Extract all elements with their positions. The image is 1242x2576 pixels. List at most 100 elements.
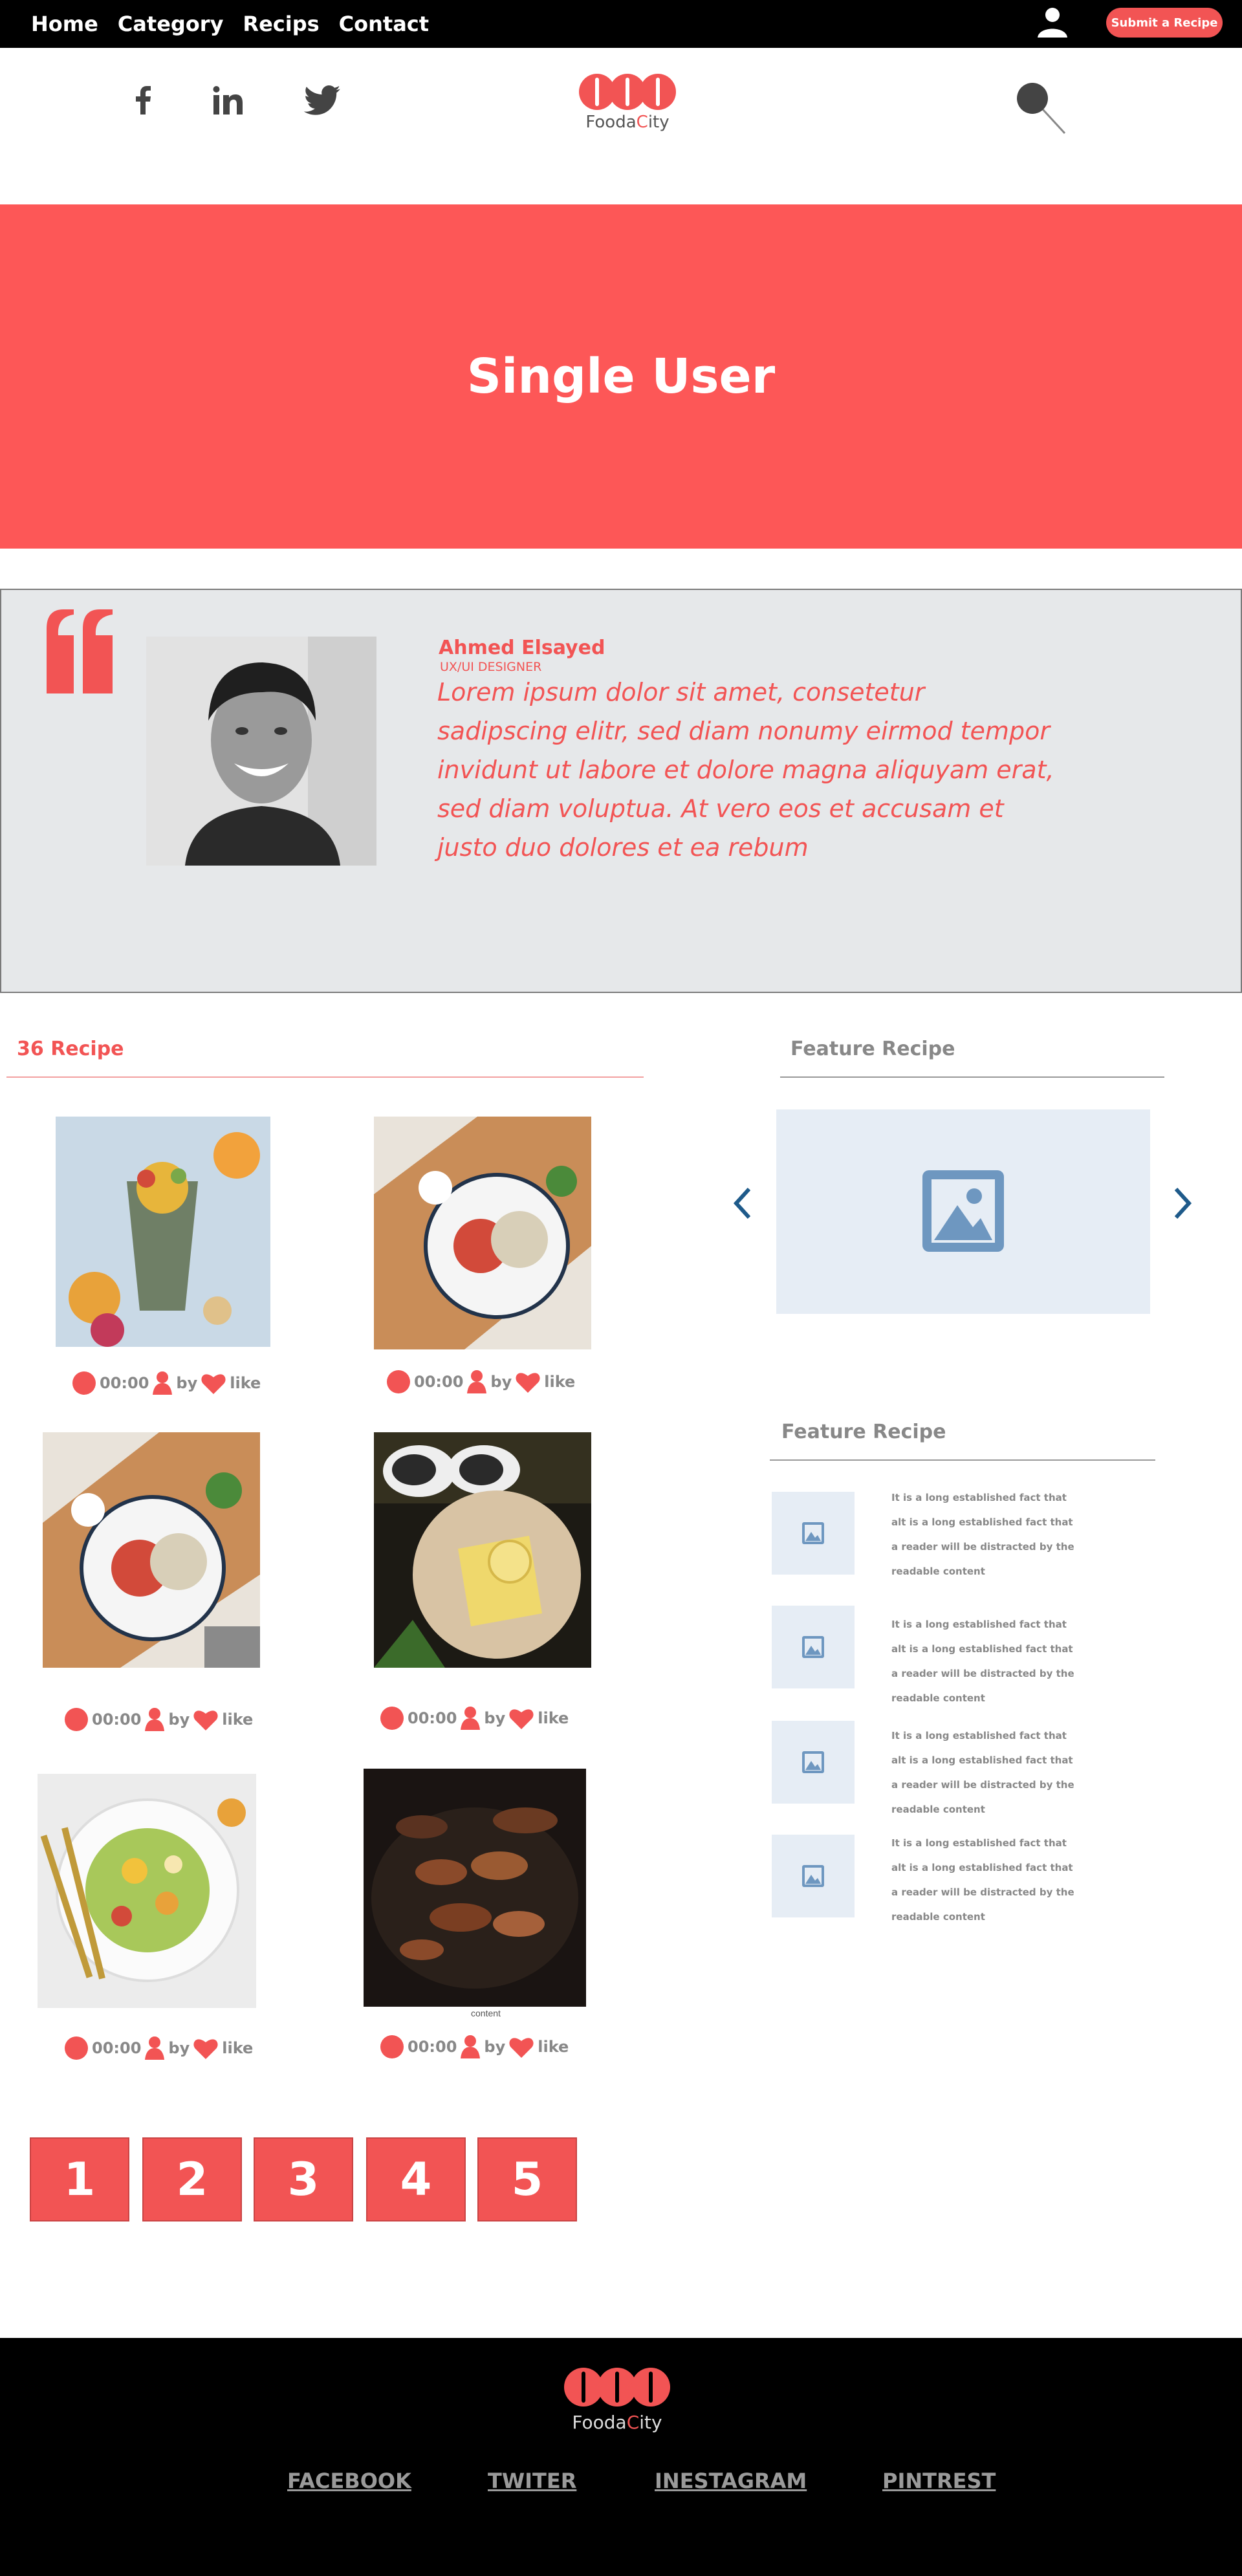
feature-item-text[interactable]: It is a long established fact that alt i… <box>891 1723 1079 1822</box>
time-icon <box>380 1707 404 1730</box>
recipe-image-salad-board[interactable] <box>374 1117 591 1349</box>
author-icon[interactable] <box>153 1371 173 1395</box>
footer-facebook-link[interactable]: FACEBOOK <box>287 2469 411 2493</box>
pagination-page-3[interactable]: 3 <box>254 2137 353 2221</box>
nav-recips-link[interactable]: Recips <box>243 12 319 36</box>
nav-home-link[interactable]: Home <box>31 12 98 36</box>
like-heart-icon[interactable] <box>509 2036 534 2058</box>
slider-prev-arrow-icon[interactable] <box>730 1184 756 1223</box>
nav-contact-link[interactable]: Contact <box>339 12 429 36</box>
recipe-time: 00:00 <box>92 2039 142 2057</box>
linkedin-icon[interactable] <box>211 78 245 123</box>
recipe-author: by <box>168 1710 190 1729</box>
image-caption: content <box>471 2008 501 2018</box>
feature-thumb[interactable] <box>772 1606 855 1688</box>
author-icon[interactable] <box>467 1370 487 1393</box>
time-icon <box>387 1370 410 1393</box>
recipe-time: 00:00 <box>408 1709 457 1727</box>
recipe-author: by <box>176 1374 198 1392</box>
user-role: UX/UI DESIGNER <box>440 660 542 674</box>
recipe-like: like <box>538 2038 569 2056</box>
pagination-page-1[interactable]: 1 <box>30 2137 129 2221</box>
author-icon[interactable] <box>461 2035 481 2058</box>
time-icon <box>65 1708 88 1731</box>
recipe-image-smoothie[interactable] <box>56 1117 270 1347</box>
feature-thumb[interactable] <box>772 1835 855 1917</box>
author-icon[interactable] <box>145 1708 165 1731</box>
top-navigation-bar: Home Category Recips Contact Submit a Re… <box>0 0 1242 48</box>
user-account-icon[interactable] <box>1035 6 1070 39</box>
feature-item-text[interactable]: It is a long established fact that alt i… <box>891 1612 1079 1710</box>
recipe-meta-3: 00:00 by like <box>65 1707 253 1732</box>
recipe-meta-2: 00:00 by like <box>387 1369 575 1395</box>
feature-item-text[interactable]: It is a long established fact that alt i… <box>891 1831 1079 1929</box>
pagination-page-4[interactable]: 4 <box>366 2137 466 2221</box>
image-placeholder-icon <box>802 1636 824 1658</box>
recipe-time: 00:00 <box>414 1373 464 1391</box>
recipe-time: 00:00 <box>92 1710 142 1729</box>
logo-mark-icon <box>564 2368 670 2407</box>
logo-mark-icon <box>579 74 676 110</box>
submit-recipe-button[interactable]: Submit a Recipe <box>1106 8 1223 38</box>
footer-instagram-link[interactable]: INESTAGRAM <box>655 2469 807 2493</box>
like-heart-icon[interactable] <box>509 1707 534 1729</box>
recipe-author: by <box>484 1709 506 1727</box>
nav-category-link[interactable]: Category <box>118 12 224 36</box>
feature-divider <box>780 1076 1164 1078</box>
user-name: Ahmed Elsayed <box>439 637 605 659</box>
pagination-page-2[interactable]: 2 <box>142 2137 242 2221</box>
footer-logo[interactable]: FoodaCity <box>559 2364 675 2435</box>
feature-recipe-heading: Feature Recipe <box>790 1038 955 1060</box>
like-heart-icon[interactable] <box>193 1708 218 1730</box>
facebook-icon[interactable] <box>129 78 158 123</box>
recipe-count-heading: 36 Recipe <box>17 1038 124 1060</box>
like-heart-icon[interactable] <box>516 1371 540 1393</box>
page-title: Single User <box>466 349 776 404</box>
feature-slider-image[interactable] <box>776 1109 1150 1314</box>
recipe-image-toast[interactable] <box>374 1432 591 1668</box>
time-icon <box>72 1371 96 1395</box>
slider-next-arrow-icon[interactable] <box>1170 1184 1195 1223</box>
recipe-meta-4: 00:00 by like <box>380 1705 569 1731</box>
site-footer: FoodaCity FACEBOOK TWITER INESTAGRAM PIN… <box>0 2338 1242 2576</box>
main-menu: Home Category Recips Contact <box>31 0 429 48</box>
footer-logo-wordmark: FoodaCity <box>572 2412 662 2433</box>
author-icon[interactable] <box>461 1707 481 1730</box>
recipe-meta-6: 00:00 by like <box>380 2034 569 2060</box>
time-icon <box>65 2036 88 2060</box>
footer-pinterest-link[interactable]: PINTREST <box>882 2469 996 2493</box>
logo-wordmark: FoodaCity <box>585 113 670 132</box>
pagination-page-5[interactable]: 5 <box>477 2137 577 2221</box>
user-bio: Lorem ipsum dolor sit amet, consetetur s… <box>437 678 1054 862</box>
feature-list-heading: Feature Recipe <box>781 1421 946 1443</box>
author-icon[interactable] <box>145 2036 165 2060</box>
recipe-meta-1: 00:00 by like <box>72 1370 261 1396</box>
recipe-image-green-salad[interactable] <box>38 1774 256 2008</box>
search-icon[interactable] <box>1016 82 1067 136</box>
recipe-time: 00:00 <box>100 1374 149 1392</box>
recipe-time: 00:00 <box>408 2038 457 2056</box>
feature-thumb[interactable] <box>772 1721 855 1804</box>
feature-item-text[interactable]: It is a long established fact that alt i… <box>891 1485 1079 1584</box>
recipe-like: like <box>544 1373 576 1391</box>
recipe-author: by <box>168 2039 190 2057</box>
feature-list-divider <box>770 1459 1155 1461</box>
recipe-like: like <box>222 1710 254 1729</box>
feature-thumb[interactable] <box>772 1492 855 1575</box>
like-heart-icon[interactable] <box>193 2037 218 2059</box>
image-placeholder-icon <box>802 1751 824 1773</box>
site-logo[interactable]: FoodaCity <box>576 71 679 136</box>
footer-twitter-link[interactable]: TWITER <box>488 2469 576 2493</box>
recipe-image-grill[interactable] <box>364 1769 586 2007</box>
twitter-icon[interactable] <box>303 78 342 123</box>
like-heart-icon[interactable] <box>201 1372 226 1394</box>
recipe-author: by <box>490 1373 512 1391</box>
image-placeholder-icon <box>922 1170 1004 1252</box>
user-profile-panel: Ahmed Elsayed UX/UI DESIGNER Lorem ipsum… <box>0 589 1242 993</box>
recipe-divider <box>6 1076 644 1078</box>
recipe-like: like <box>538 1709 569 1727</box>
recipe-like: like <box>222 2039 254 2057</box>
recipe-image-salad-plate[interactable] <box>43 1432 260 1668</box>
time-icon <box>380 2035 404 2058</box>
recipe-like: like <box>230 1374 261 1392</box>
